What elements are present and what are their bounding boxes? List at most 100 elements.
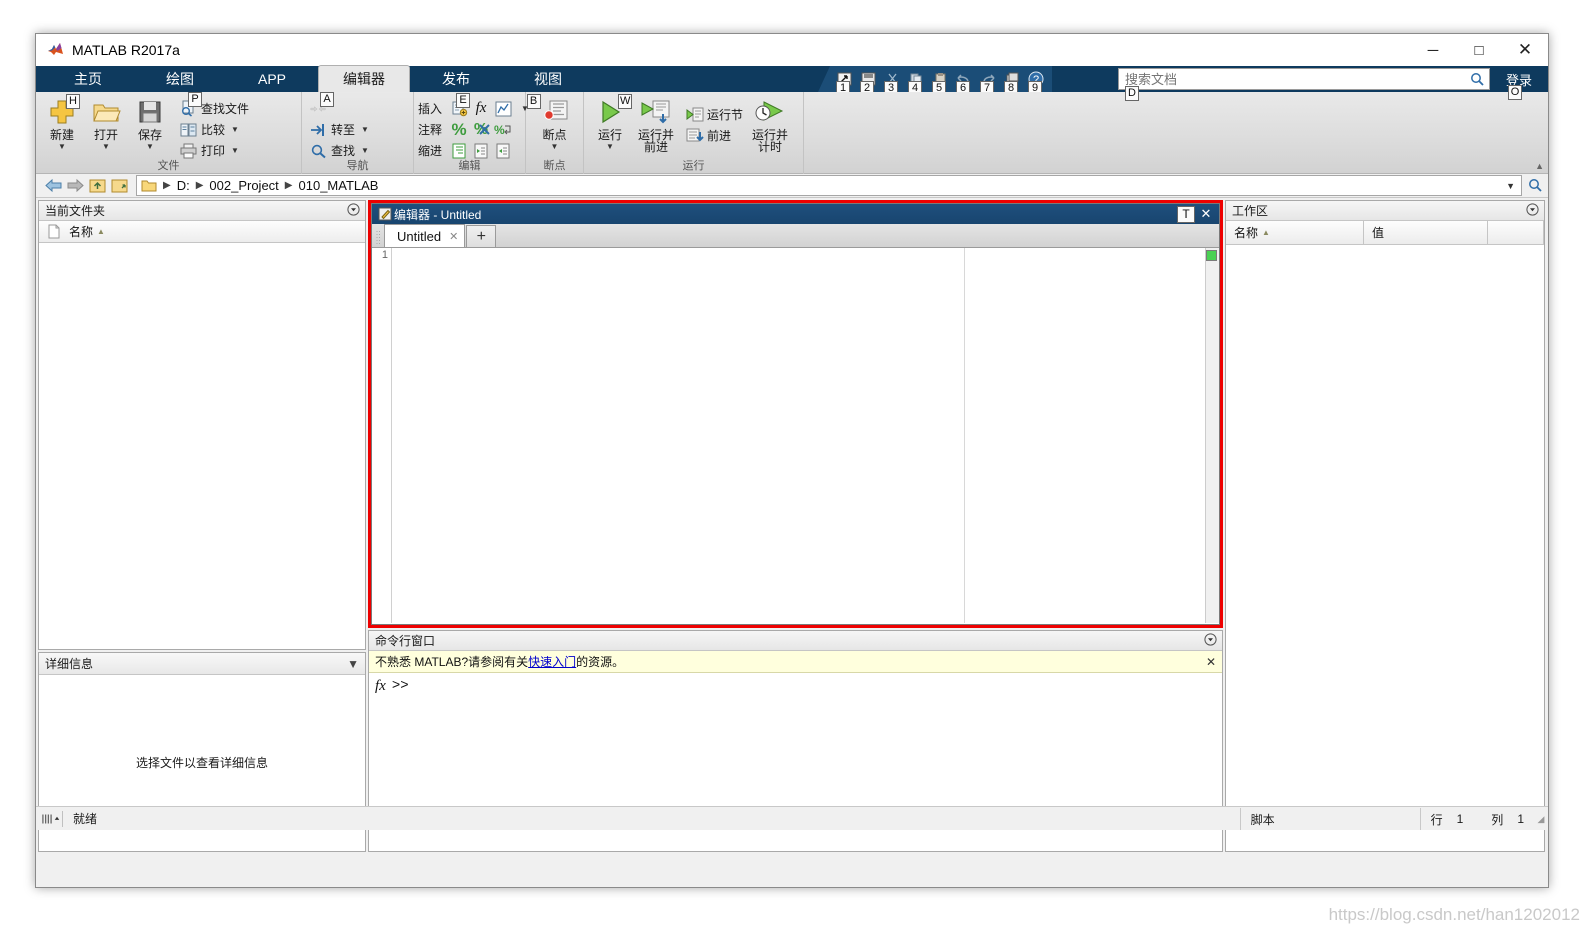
collapse-ribbon-icon[interactable]: ▲ [1535,161,1544,171]
search-input[interactable] [1119,71,1465,88]
comment-percent-icon[interactable]: % [448,120,470,140]
maximize-button[interactable]: □ [1456,34,1502,66]
crumb-0[interactable]: D: [177,178,190,193]
quick-start-link[interactable]: 快速入门 [528,653,576,670]
goto-caret-icon[interactable]: ▼ [361,125,369,134]
command-window-notice: 不熟悉 MATLAB?请参阅有关快速入门的资源。 ✕ [369,651,1222,673]
qat-new-script-icon[interactable]: 1 [833,69,855,89]
advance-button[interactable]: 前进 [682,125,746,146]
current-folder-file-list[interactable] [39,243,365,645]
wrap-comment-icon[interactable]: % [492,120,514,140]
workspace-column-extra[interactable] [1488,221,1544,245]
ribbon-group-edit-label: 编辑 [414,157,525,173]
crumb-2[interactable]: 010_MATLAB [299,178,379,193]
ribbon-group-navigate: A 转至 ▼ 查找 ▼ [302,92,414,174]
new-caret-icon[interactable]: ▼ [58,142,66,151]
search-icon[interactable] [1465,72,1489,87]
editor-tab-untitled[interactable]: Untitled ✕ [384,224,465,247]
back-forward-button[interactable]: A [306,98,372,119]
breakpoints-caret-icon[interactable]: ▼ [551,142,559,151]
file-icon [39,224,69,239]
ribbon-group-edit: 插入 E fx ▼ 注释 [414,92,526,174]
save-caret-icon[interactable]: ▼ [146,142,154,151]
panel-menu-icon[interactable] [1204,633,1217,649]
find-caret-icon[interactable]: ▼ [361,146,369,155]
folder-icon [141,179,157,193]
workspace-title: 工作区 [1232,202,1268,219]
find-files-label: 查找文件 [201,100,249,117]
qat-redo-icon[interactable]: 7 [977,69,999,89]
chevron-down-icon[interactable]: ▼ [347,657,359,671]
breadcrumb[interactable]: ▶ D: ▶ 002_Project ▶ 010_MATLAB ▼ [136,175,1522,196]
details-header[interactable]: 详细信息 ▼ [39,653,365,675]
qat-paste-icon[interactable]: 5 [929,69,951,89]
notice-close-icon[interactable]: ✕ [1206,655,1216,669]
tab-plots[interactable]: 绘图 [134,66,226,92]
login-button[interactable]: 登录 O [1494,68,1544,90]
editor-scrollbar[interactable] [1205,248,1219,623]
tab-publish[interactable]: 发布 [410,66,502,92]
find-files-button[interactable]: 查找文件 P [176,98,252,119]
crumb-1[interactable]: 002_Project [209,178,278,193]
editor-title-text: 编辑器 - Untitled [394,206,481,223]
breakpoint-icon [541,97,569,127]
open-caret-icon[interactable]: ▼ [102,142,110,151]
workspace-variable-list[interactable] [1226,245,1544,847]
editor-close-icon[interactable]: ✕ [1195,206,1217,222]
panel-menu-icon[interactable] [347,203,360,219]
panel-menu-icon[interactable] [1526,203,1539,219]
compare-button[interactable]: 比较 ▼ [176,119,252,140]
fx-icon[interactable]: fx [470,99,492,119]
editor-tab-label: Untitled [397,229,441,244]
back-arrow-icon[interactable] [42,176,64,196]
resize-grip-icon[interactable] [36,812,62,826]
qat-save-icon[interactable]: 2 [857,69,879,89]
goto-button[interactable]: 转至 ▼ [306,119,372,140]
close-button[interactable]: ✕ [1502,34,1548,66]
uncomment-icon[interactable]: % [470,120,492,140]
browse-folder-icon[interactable] [108,176,130,196]
chevron-down-icon[interactable]: ▼ [1506,181,1521,191]
doc-search-box[interactable]: D [1118,68,1490,90]
tab-home[interactable]: 主页 [42,66,134,92]
tab-editor[interactable]: 编辑器 [318,65,410,92]
new-tab-button[interactable]: + [466,225,496,247]
editor-tab-grip[interactable] [372,229,384,247]
minimize-button[interactable]: ─ [1410,34,1456,66]
current-folder-column-header[interactable]: 名称 ▲ [39,221,365,243]
editor-canvas[interactable]: 1 [372,248,1219,623]
tab-apps[interactable]: APP [226,66,318,92]
figure-icon[interactable] [492,99,514,119]
compare-caret-icon[interactable]: ▼ [231,125,239,134]
sort-asc-icon[interactable]: ▲ [97,227,105,236]
main-body: 当前文件夹 名称 ▲ 详细信息 ▼ [36,198,1548,806]
row-label: 行 [1431,811,1443,828]
tab-close-icon[interactable]: ✕ [449,230,458,243]
address-search-icon[interactable] [1522,178,1548,193]
current-folder-title: 当前文件夹 [45,202,105,219]
workspace-column-value[interactable]: 值 [1364,221,1488,245]
qat-copy-icon[interactable]: 4 [905,69,927,89]
save-disk-icon [137,97,163,127]
compare-label: 比较 [201,121,225,138]
run-caret-icon[interactable]: ▼ [606,142,614,151]
window-title: MATLAB R2017a [72,42,180,58]
print-caret-icon[interactable]: ▼ [231,146,239,155]
insert-icon[interactable]: E [448,99,470,119]
qat-undo-icon[interactable]: 6 [953,69,975,89]
row-value: 1 [1457,812,1464,826]
save-button-label: 保存 [138,129,162,141]
run-section-button[interactable]: 运行节 [682,104,746,125]
editor-code-area[interactable] [392,248,1219,623]
sort-asc-icon[interactable]: ▲ [1262,228,1270,237]
status-bar: 就绪 脚本 行 1 列 1 ◢ [36,806,1548,830]
tab-view[interactable]: 视图 [502,66,594,92]
fx-icon[interactable]: fx [375,678,386,695]
forward-arrow-icon[interactable] [64,176,86,196]
workspace-column-name[interactable]: 名称 ▲ [1226,221,1364,245]
resize-corner-icon[interactable]: ◢ [1534,814,1548,825]
qat-help-icon[interactable]: ? 9 [1025,69,1047,89]
qat-windows-icon[interactable]: 8 [1001,69,1023,89]
up-folder-icon[interactable] [86,176,108,196]
qat-cut-icon[interactable]: 3 [881,69,903,89]
